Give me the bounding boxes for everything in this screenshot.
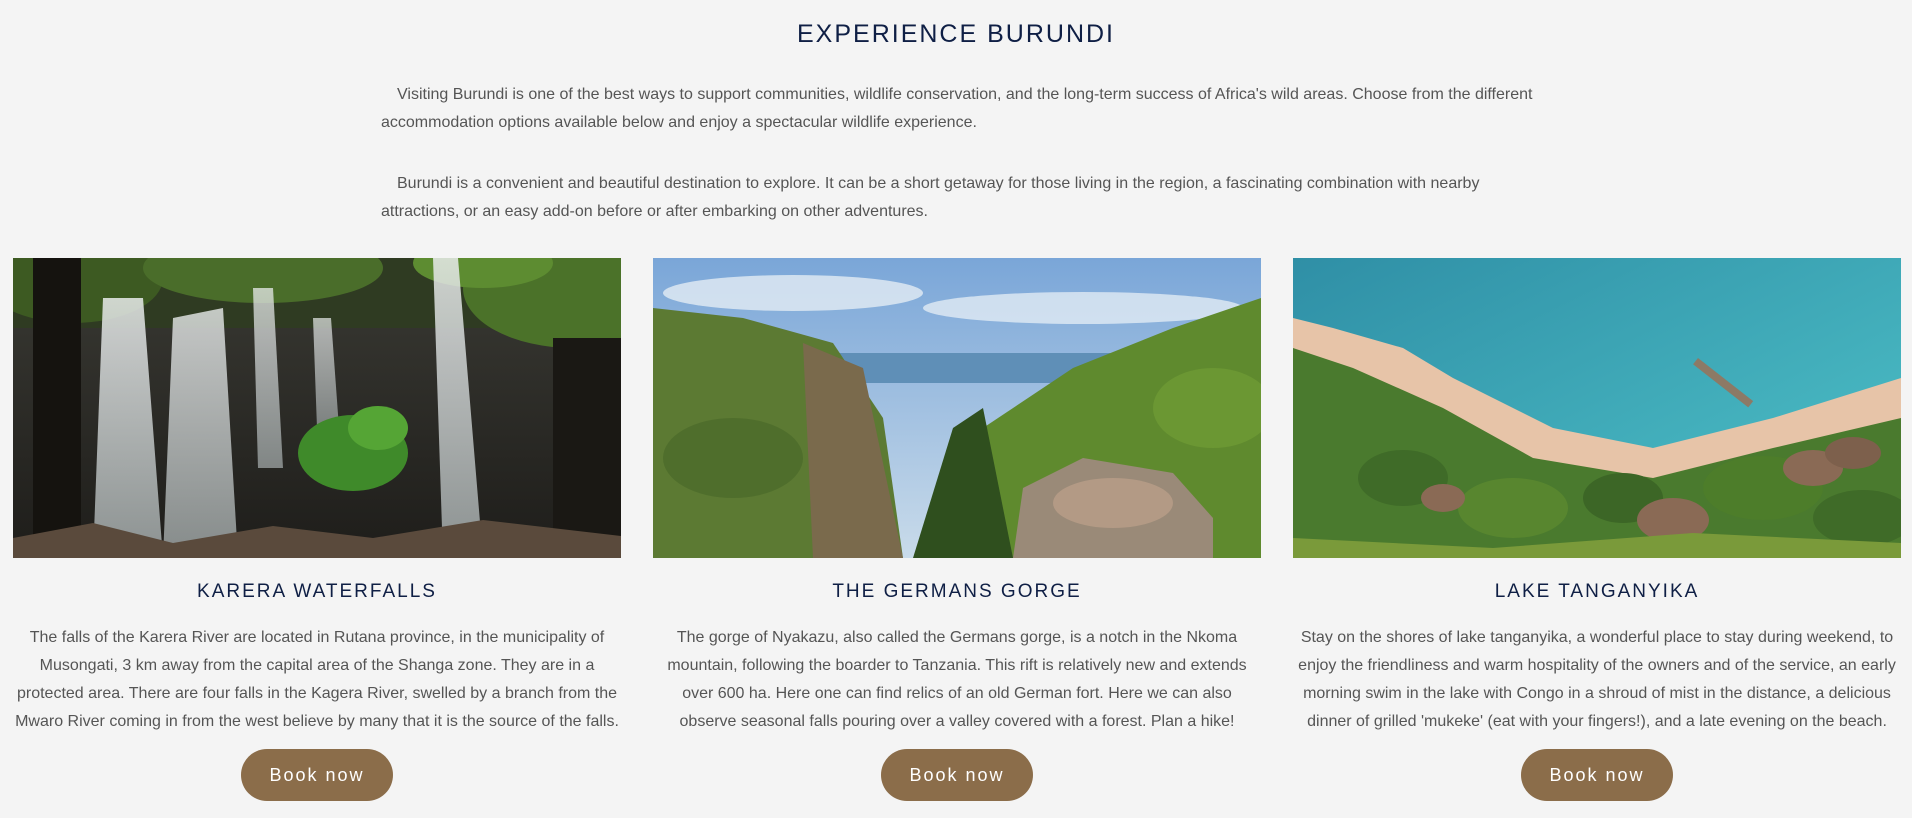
card-title: LAKE TANGANYIKA <box>1494 581 1700 602</box>
intro-text-1: Visiting Burundi is one of the best ways… <box>381 86 1533 131</box>
card-description: The gorge of Nyakazu, also called the Ge… <box>667 629 1247 730</box>
intro-paragraph-2: Burundi is a convenient and beautiful de… <box>381 170 1541 226</box>
book-now-button[interactable]: Book now <box>241 749 393 801</box>
destination-card-germans-gorge: THE GERMANS GORGE The gorge of Nyakazu, … <box>653 258 1261 801</box>
card-title: THE GERMANS GORGE <box>832 581 1082 602</box>
gorge-photo <box>653 258 1261 558</box>
intro-text-2: Burundi is a convenient and beautiful de… <box>381 175 1480 220</box>
card-description: Stay on the shores of lake tanganyika, a… <box>1298 629 1896 730</box>
book-now-button[interactable]: Book now <box>881 749 1033 801</box>
intro-paragraph-1: Visiting Burundi is one of the best ways… <box>381 81 1541 137</box>
page-title: EXPERIENCE BURUNDI <box>797 20 1115 48</box>
waterfall-photo <box>13 258 621 558</box>
card-description: The falls of the Karera River are locate… <box>15 629 619 730</box>
book-now-button[interactable]: Book now <box>1521 749 1673 801</box>
destination-card-lake-tanganyika: LAKE TANGANYIKA Stay on the shores of la… <box>1293 258 1901 801</box>
destination-card-karera: KARERA WATERFALLS The falls of the Karer… <box>13 258 621 801</box>
card-title: KARERA WATERFALLS <box>197 581 437 602</box>
lake-beach-photo <box>1293 258 1901 558</box>
